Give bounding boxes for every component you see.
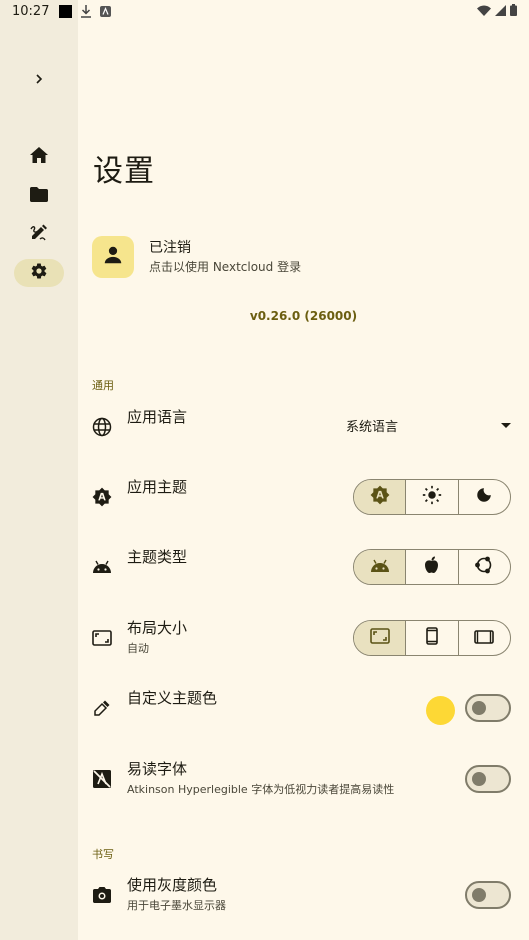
status-bar: 10:27 — [0, 0, 529, 22]
layout-option-tablet[interactable] — [459, 621, 510, 655]
light-mode-icon — [422, 485, 442, 509]
account-login-hint: 点击以使用 Nextcloud 登录 — [149, 260, 302, 274]
setting-subtitle: 自动 — [127, 642, 149, 655]
theme-type-option-android[interactable] — [354, 550, 407, 584]
layout-option-phone[interactable] — [406, 621, 459, 655]
folder-icon — [30, 186, 48, 206]
account-status: 已注销 — [149, 240, 191, 256]
toggle-knob — [472, 772, 486, 786]
theme-option-auto[interactable] — [354, 480, 407, 514]
setting-title: 易读字体 — [127, 760, 188, 778]
toggle-knob — [472, 888, 486, 902]
account-card[interactable]: 已注销 点击以使用 Nextcloud 登录 — [92, 236, 301, 278]
avatar — [92, 236, 134, 278]
language-dropdown[interactable]: 系统语言 — [346, 416, 511, 435]
signal-icon — [495, 4, 506, 20]
theme-option-light[interactable] — [406, 480, 459, 514]
phone-icon — [426, 627, 438, 649]
layout-size-segmented-control — [353, 620, 511, 656]
colorize-icon — [92, 698, 112, 718]
setting-title: 布局大小 — [127, 619, 188, 637]
language-selected-value: 系统语言 — [346, 420, 399, 435]
gear-icon — [30, 262, 48, 284]
rail-item-settings[interactable] — [14, 259, 64, 287]
toggle-knob — [472, 701, 486, 715]
android-icon — [92, 557, 112, 577]
font-off-icon — [92, 769, 112, 789]
theme-type-option-ubuntu[interactable] — [459, 550, 510, 584]
setting-title: 应用语言 — [127, 408, 188, 426]
fit-screen-icon — [369, 628, 390, 648]
theme-type-option-apple[interactable] — [406, 550, 459, 584]
theme-type-segmented-control — [353, 549, 511, 585]
home-icon — [30, 147, 48, 167]
setting-subtitle: Atkinson Hyperlegible 字体为低视力读者提高易读性 — [127, 783, 395, 796]
section-general-label: 通用 — [92, 379, 114, 392]
setting-subtitle: 用于电子墨水显示器 — [127, 899, 226, 912]
status-time: 10:27 — [12, 3, 50, 19]
setting-title: 使用灰度颜色 — [127, 876, 218, 894]
readable-font-toggle[interactable] — [465, 765, 511, 793]
apple-icon — [424, 556, 439, 578]
dark-mode-icon — [475, 486, 493, 508]
theme-segmented-control — [353, 479, 511, 515]
setting-title: 自定义主题色 — [127, 689, 218, 707]
expand-rail-button[interactable] — [14, 65, 64, 93]
rail-item-home[interactable] — [14, 143, 64, 171]
theme-color-swatch[interactable] — [426, 696, 455, 725]
navigation-rail — [0, 0, 78, 940]
android-icon — [370, 558, 390, 577]
layout-option-auto[interactable] — [354, 621, 407, 655]
rail-item-folders[interactable] — [14, 182, 64, 210]
fit-screen-icon — [92, 628, 112, 648]
app-notification-icon — [100, 5, 112, 17]
download-icon — [80, 4, 92, 18]
theme-option-dark[interactable] — [459, 480, 510, 514]
page-title: 设置 — [93, 154, 155, 189]
ubuntu-icon — [474, 555, 494, 579]
setting-title: 主题类型 — [127, 548, 188, 566]
battery-icon — [510, 4, 517, 20]
grayscale-toggle[interactable] — [465, 881, 511, 909]
auto-theme-icon — [370, 485, 390, 509]
notification-square-icon — [59, 4, 73, 18]
section-writing-label: 书写 — [92, 848, 114, 861]
brightness-auto-icon — [92, 487, 112, 507]
wifi-icon — [477, 5, 491, 20]
rail-item-drawing[interactable] — [14, 221, 64, 249]
custom-color-toggle[interactable] — [465, 694, 511, 722]
setting-title: 应用主题 — [127, 478, 188, 496]
camera-icon — [92, 885, 112, 905]
dropdown-arrow-icon — [501, 418, 511, 433]
globe-icon — [92, 417, 112, 437]
person-icon — [102, 244, 124, 270]
tablet-icon — [474, 629, 495, 648]
draw-icon — [30, 224, 48, 246]
chevron-right-icon — [34, 70, 44, 89]
app-version: v0.26.0 (26000) — [249, 309, 358, 323]
